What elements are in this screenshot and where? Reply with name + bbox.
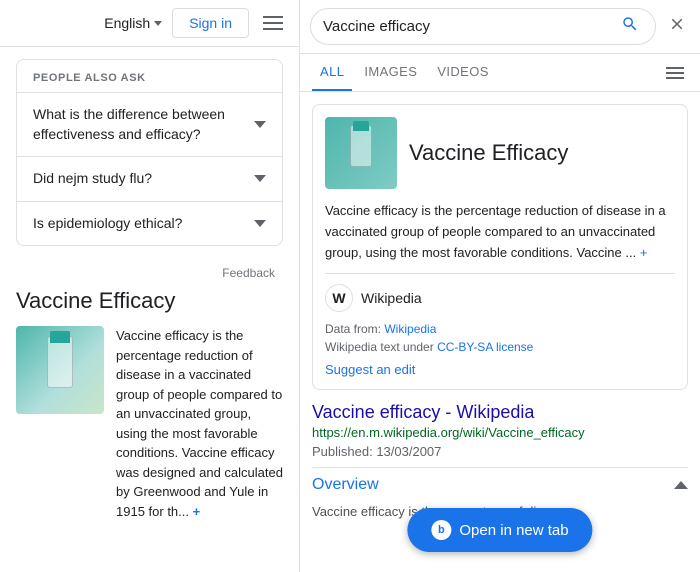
close-button[interactable]	[664, 11, 690, 42]
chevron-down-icon	[254, 121, 266, 128]
people-also-ask-box: PEOPLE ALSO ASK What is the difference b…	[16, 59, 283, 246]
data-from-link[interactable]: Wikipedia	[384, 322, 436, 336]
language-label: English	[104, 15, 150, 31]
chevron-down-icon	[254, 175, 266, 182]
kc-license: Wikipedia text under CC-BY-SA license	[325, 340, 675, 354]
menu-button[interactable]	[259, 12, 287, 34]
paa-item[interactable]: What is the difference between effective…	[17, 92, 282, 156]
tab-images[interactable]: IMAGES	[356, 54, 425, 91]
license-link[interactable]: CC-BY-SA license	[437, 340, 533, 354]
right-panel: ALL IMAGES VIDEOS Vaccine Efficacy Vacci…	[300, 0, 700, 572]
tabs-menu-button[interactable]	[662, 63, 688, 83]
feedback-row: Feedback	[16, 262, 283, 288]
close-icon	[668, 15, 686, 33]
paa-question: Is epidemiology ethical?	[33, 214, 246, 234]
result-body: Vaccine efficacy is the percentage reduc…	[16, 326, 283, 521]
hamburger-line	[666, 77, 684, 79]
result-url: https://en.m.wikipedia.org/wiki/Vaccine_…	[312, 425, 688, 440]
hamburger-line	[263, 28, 283, 30]
kc-title: Vaccine Efficacy	[409, 140, 568, 166]
tab-all[interactable]: ALL	[312, 54, 352, 91]
sign-in-button[interactable]: Sign in	[172, 8, 249, 38]
more-link[interactable]: +	[193, 504, 201, 519]
left-panel: English Sign in PEOPLE ALSO ASK What is …	[0, 0, 300, 572]
bing-logo: b	[431, 520, 451, 540]
chevron-down-icon	[254, 220, 266, 227]
hamburger-line	[666, 72, 684, 74]
search-result: Vaccine efficacy - Wikipedia https://en.…	[312, 402, 688, 522]
search-input-wrapper[interactable]	[310, 8, 656, 45]
left-content: PEOPLE ALSO ASK What is the difference b…	[0, 47, 299, 541]
paa-item[interactable]: Is epidemiology ethical?	[17, 201, 282, 246]
kc-more-link[interactable]: +	[640, 245, 648, 260]
hamburger-line	[263, 16, 283, 18]
kc-description: Vaccine efficacy is the percentage reduc…	[325, 201, 675, 263]
tab-videos[interactable]: VIDEOS	[429, 54, 497, 91]
hamburger-line	[263, 22, 283, 24]
kc-thumbnail	[325, 117, 397, 189]
paa-item[interactable]: Did nejm study flu?	[17, 156, 282, 201]
feedback-label: Feedback	[222, 266, 275, 280]
result-title: Vaccine Efficacy	[16, 288, 283, 314]
language-chevron-icon	[154, 21, 162, 26]
result-snippet: Vaccine efficacy is the percentage reduc…	[116, 326, 283, 521]
kc-wiki-row: W Wikipedia	[325, 284, 675, 312]
wiki-label: Wikipedia	[361, 290, 422, 306]
search-input[interactable]	[323, 18, 617, 35]
language-selector[interactable]: English	[104, 15, 162, 31]
hamburger-line	[666, 67, 684, 69]
search-icon-button[interactable]	[617, 15, 643, 38]
search-bar	[300, 0, 700, 54]
overview-label: Overview	[312, 476, 379, 494]
main-result: Vaccine Efficacy Vaccine efficacy is the…	[16, 288, 283, 521]
kc-source-info: Data from: Wikipedia	[325, 322, 675, 336]
vaccine-image	[16, 326, 104, 414]
top-bar: English Sign in	[0, 0, 299, 47]
search-icon	[621, 15, 639, 33]
wikipedia-logo: W	[325, 284, 353, 312]
tabs-row: ALL IMAGES VIDEOS	[300, 54, 700, 92]
result-link[interactable]: Vaccine efficacy - Wikipedia	[312, 402, 688, 423]
overview-row[interactable]: Overview	[312, 467, 688, 502]
paa-title: PEOPLE ALSO ASK	[17, 60, 282, 92]
chevron-up-icon	[674, 481, 688, 489]
open-tab-label: Open in new tab	[459, 522, 568, 539]
suggest-edit-link[interactable]: Suggest an edit	[325, 362, 675, 377]
kc-header: Vaccine Efficacy	[325, 117, 675, 189]
result-published: Published: 13/03/2007	[312, 444, 688, 459]
right-content: Vaccine Efficacy Vaccine efficacy is the…	[300, 92, 700, 572]
open-in-new-tab-button[interactable]: b Open in new tab	[407, 508, 592, 552]
paa-question: What is the difference between effective…	[33, 105, 246, 144]
knowledge-card: Vaccine Efficacy Vaccine efficacy is the…	[312, 104, 688, 390]
kc-divider	[325, 273, 675, 274]
paa-question: Did nejm study flu?	[33, 169, 246, 189]
result-thumbnail	[16, 326, 104, 414]
